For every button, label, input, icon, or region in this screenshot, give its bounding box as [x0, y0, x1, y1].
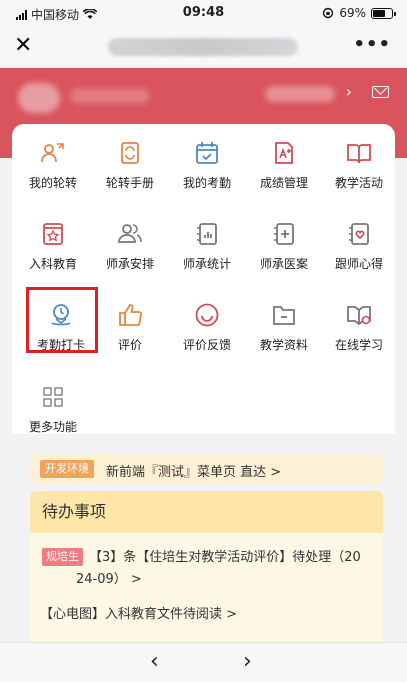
menu-item-teaching-materials[interactable]: 教学资料 — [249, 302, 319, 366]
people-icon — [118, 224, 142, 243]
battery-icon — [371, 7, 396, 19]
todo-badge: 规培生 — [42, 548, 83, 566]
forward-button[interactable]: › — [243, 649, 252, 674]
menu-item-label: 在线学习 — [334, 338, 383, 352]
menu-item-label: 跟师心得 — [334, 257, 383, 271]
back-button[interactable]: ‹ — [150, 649, 159, 674]
menu-item-label: 教学活动 — [334, 176, 383, 190]
stats-icon — [197, 223, 217, 245]
todo-section: 待办事项 规培生 【3】条【住培生对教学活动评价】待处理（20 24-09） > … — [30, 491, 383, 642]
menu-item-rotation-handbook[interactable]: 轮转手册 — [95, 140, 165, 204]
menu-item-label: 考勤打卡 — [36, 338, 85, 352]
more-options-button[interactable]: ••• — [353, 34, 391, 55]
menu-item-label: 成绩管理 — [259, 176, 308, 190]
smile-icon — [195, 303, 219, 327]
dept-education-icon — [43, 223, 63, 245]
menu-item-label: 师承统计 — [182, 257, 231, 271]
browser-toolbar: ‹ › — [0, 642, 407, 682]
close-icon[interactable]: ✕ — [14, 34, 32, 58]
online-study-icon — [347, 306, 371, 326]
menu-item-online-study[interactable]: 在线学习 — [324, 302, 394, 366]
menu-item-dept-education[interactable]: 入科教育 — [18, 221, 88, 285]
menu-item-label: 师承安排 — [105, 257, 154, 271]
menu-item-label: 评价反馈 — [182, 338, 231, 352]
avatar — [18, 83, 60, 113]
menu-item-label: 我的考勤 — [182, 176, 231, 190]
menu-item-label: 评价 — [117, 338, 142, 352]
thumbs-up-icon — [119, 304, 142, 326]
menu-item-evaluation-feedback[interactable]: 评价反馈 — [172, 302, 242, 366]
status-bar: 中国移动 09:48 69% — [0, 0, 407, 26]
todo-title: 待办事项 — [30, 491, 383, 533]
menu-item-mentor-insights[interactable]: 跟师心得 — [324, 221, 394, 285]
menu-item-grade-management[interactable]: 成绩管理 — [249, 140, 319, 204]
location-clock-icon — [51, 304, 71, 326]
menu-item-label: 教学资料 — [259, 338, 308, 352]
battery-percent: 69% — [339, 6, 366, 20]
menu-item-teaching-activity[interactable]: 教学活动 — [324, 140, 394, 204]
chevron-right-icon: › — [345, 82, 352, 101]
calendar-icon — [196, 142, 218, 164]
todo-item[interactable]: 【心电图】入科教育文件待阅读 > — [40, 603, 237, 622]
folder-icon — [273, 306, 295, 325]
menu-item-my-rotation[interactable]: 我的轮转 — [18, 140, 88, 204]
menu-item-my-attendance[interactable]: 我的考勤 — [172, 140, 242, 204]
medical-record-icon — [274, 223, 294, 245]
book-icon — [347, 144, 371, 164]
menu-item-label: 轮转手册 — [105, 176, 154, 190]
user-info-blurred — [265, 86, 335, 102]
todo-item-text-cont: 24-09） > — [76, 572, 142, 587]
orientation-lock-icon — [323, 7, 334, 19]
menu-item-more-functions[interactable]: 更多功能 — [18, 384, 88, 448]
heart-note-icon — [349, 223, 369, 245]
page-title-blurred — [108, 38, 298, 56]
todo-item[interactable]: 规培生 【3】条【住培生对教学活动评价】待处理（20 24-09） > — [42, 547, 378, 591]
handbook-icon — [121, 142, 139, 164]
menu-item-mentorship-cases[interactable]: 师承医案 — [249, 221, 319, 285]
menu-item-label: 入科教育 — [28, 257, 77, 271]
dev-environment-banner[interactable]: 开发环境 新前端『测试』菜单页 直达 > — [30, 454, 383, 484]
grade-icon — [275, 142, 293, 164]
menu-item-mentorship-schedule[interactable]: 师承安排 — [95, 221, 165, 285]
rotation-icon — [41, 143, 64, 163]
todo-item-text: 【3】条【住培生对教学活动评价】待处理（20 — [89, 550, 361, 565]
dev-badge: 开发环境 — [40, 460, 94, 478]
menu-item-evaluation[interactable]: 评价 — [95, 302, 165, 366]
menu-item-mentorship-stats[interactable]: 师承统计 — [172, 221, 242, 285]
status-right: 69% — [322, 6, 396, 20]
menu-item-label: 更多功能 — [28, 420, 77, 434]
menu-item-label: 师承医案 — [259, 257, 308, 271]
user-name-blurred — [70, 88, 150, 104]
menu-item-label: 我的轮转 — [28, 176, 77, 190]
function-menu-card: 我的轮转 轮转手册 我的考勤 成绩管理 教学活动 入科教育 师承安排 师承统计 … — [12, 124, 395, 434]
menu-item-attendance-checkin[interactable]: 考勤打卡 — [26, 302, 96, 366]
mail-icon[interactable] — [372, 86, 389, 98]
dev-banner-link[interactable]: 新前端『测试』菜单页 直达 > — [106, 461, 281, 480]
nav-bar: ✕ ••• — [0, 26, 407, 68]
grid-icon — [43, 387, 63, 407]
